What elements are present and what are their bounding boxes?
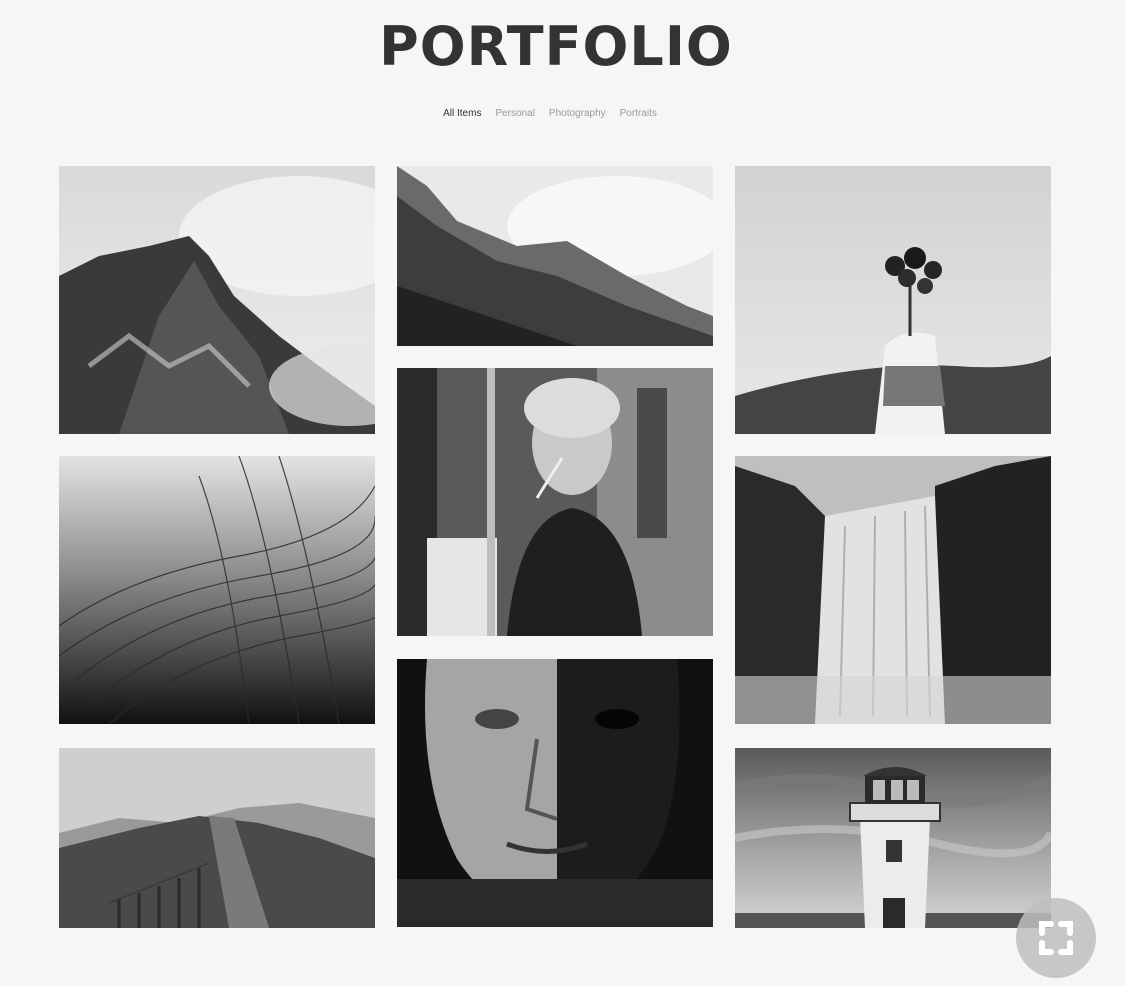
filter-personal[interactable]: Personal — [495, 108, 534, 119]
fullscreen-expand-icon — [1039, 921, 1073, 955]
gallery-item-waterfall[interactable] — [735, 456, 1051, 724]
gallery-item-mountain-peak[interactable] — [59, 166, 375, 434]
gallery-item-mountain-ridge[interactable] — [397, 166, 713, 346]
filter-all-items[interactable]: All Items — [443, 108, 481, 119]
gallery-item-grass-fog[interactable] — [59, 456, 375, 724]
filter-photography[interactable]: Photography — [549, 108, 606, 119]
gallery-item-lighthouse[interactable] — [735, 748, 1051, 928]
fullscreen-button[interactable] — [1016, 898, 1096, 978]
hand-flowers-image — [735, 166, 1051, 434]
hillside-image — [59, 748, 375, 928]
gallery-item-woman-mirror[interactable] — [397, 368, 713, 636]
gallery-item-hillside[interactable] — [59, 748, 375, 928]
gallery-item-man-portrait[interactable] — [397, 659, 713, 927]
woman-mirror-image — [397, 368, 713, 636]
lighthouse-image — [735, 748, 1051, 928]
page-title: PORTFOLIO — [379, 15, 733, 78]
filter-portraits[interactable]: Portraits — [620, 108, 657, 119]
filter-nav: All Items Personal Photography Portraits — [0, 108, 1100, 119]
mountain-peak-image — [59, 166, 375, 434]
waterfall-image — [735, 456, 1051, 724]
gallery-item-hand-flowers[interactable] — [735, 166, 1051, 434]
mountain-ridge-image — [397, 166, 713, 346]
grass-fog-image — [59, 456, 375, 724]
man-portrait-image — [397, 659, 713, 927]
